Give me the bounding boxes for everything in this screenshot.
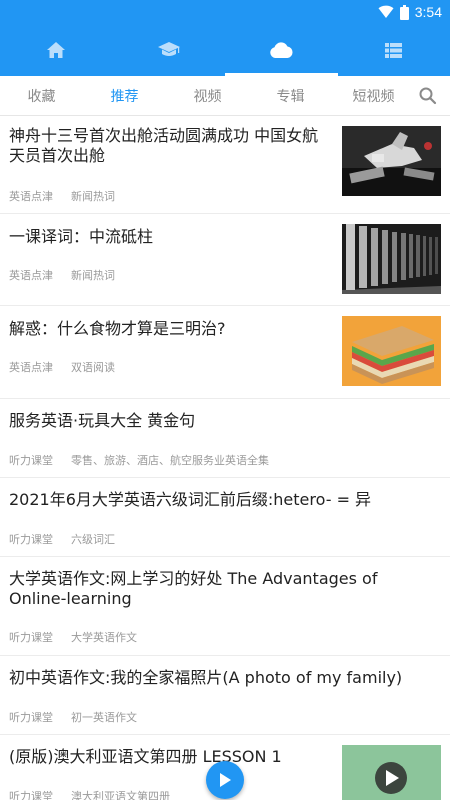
nav-tab-list[interactable] [338,24,450,76]
item-tag: 英语点津 [9,269,53,282]
item-tags: 听力课堂 零售、旅游、酒店、航空服务业英语全集 [9,452,269,468]
list-item[interactable]: 初中英语作文:我的全家福照片(A photo of my family) 听力课… [0,656,450,735]
battery-icon [399,4,409,20]
nav-tab-courses[interactable] [113,24,226,76]
play-icon [220,773,231,787]
cloud-icon [270,42,293,58]
list-item[interactable]: 服务英语·玩具大全 黄金句 听力课堂 零售、旅游、酒店、航空服务业英语全集 [0,399,450,478]
item-tag: 双语阅读 [71,361,115,374]
item-tags: 听力课堂 大学英语作文 [9,629,137,645]
item-tags: 听力课堂 初一英语作文 [9,709,137,725]
item-title: 服务英语·玩具大全 黄金句 [9,411,196,430]
sub-tab-favorites[interactable]: 收藏 [0,86,83,106]
list-item[interactable]: 解惑：什么食物才算是三明治? 英语点津 双语阅读 [0,306,450,399]
item-title: 一课译词：中流砥柱 [9,227,154,246]
item-tag: 零售、旅游、酒店、航空服务业英语全集 [71,454,269,467]
list-item[interactable]: 大学英语作文:网上学习的好处 The Advantages of Online-… [0,557,450,656]
sandwich-image [342,316,441,386]
item-title: (原版)澳大利亚语文第四册 LESSON 1 [9,747,282,766]
play-button[interactable] [206,761,244,799]
item-tags: 英语点津 新闻热词 [9,188,115,204]
status-bar: 3:54 [0,0,450,24]
graduation-cap-icon [157,42,180,56]
item-tags: 听力课堂 六级词汇 [9,531,115,547]
item-title: 神舟十三号首次出舱活动圆满成功 中国女航天员首次出舱 [9,126,319,165]
item-tag: 新闻热词 [71,190,115,203]
item-tag: 听力课堂 [9,631,53,644]
item-title: 2021年6月大学英语六级词汇前后缀:hetero- = 异 [9,490,372,509]
sub-tab-albums[interactable]: 专辑 [249,86,332,106]
video-thumbnail[interactable] [342,745,441,800]
item-title: 大学英语作文:网上学习的好处 The Advantages of Online-… [9,569,378,608]
item-tags: 英语点津 双语阅读 [9,359,115,375]
item-title: 解惑：什么食物才算是三明治? [9,319,226,338]
item-tags: 听力课堂 澳大利亚语文第四册 [9,788,170,800]
sub-tab-video[interactable]: 视频 [166,86,249,106]
item-tag: 英语点津 [9,361,53,374]
item-tag: 初一英语作文 [71,711,137,724]
item-tag: 大学英语作文 [71,631,137,644]
sub-tab-short-video[interactable]: 短视频 [332,86,415,106]
space-station-image [342,126,441,196]
item-title: 初中英语作文:我的全家福照片(A photo of my family) [9,668,403,687]
list-item[interactable]: 一课译词：中流砥柱 英语点津 新闻热词 [0,214,450,306]
home-icon [47,42,66,58]
item-tag: 听力课堂 [9,533,53,546]
item-tag: 英语点津 [9,190,53,203]
list-item[interactable]: 2021年6月大学英语六级词汇前后缀:hetero- = 异 听力课堂 六级词汇 [0,478,450,557]
list-icon [385,42,403,58]
article-feed: 神舟十三号首次出舱活动圆满成功 中国女航天员首次出舱 英语点津 新闻热词 一课译… [0,116,450,800]
wifi-icon [378,5,394,18]
item-tags: 英语点津 新闻热词 [9,267,115,283]
sub-tab-recommended[interactable]: 推荐 [83,86,166,106]
sub-tabs: 收藏 推荐 视频 专辑 短视频 [0,76,450,116]
columns-image [342,224,441,294]
status-time: 3:54 [414,4,442,20]
item-tag: 听力课堂 [9,454,53,467]
top-nav [0,24,450,76]
item-tag: 六级词汇 [71,533,115,546]
nav-tab-home[interactable] [0,24,113,76]
nav-tab-cloud[interactable] [225,24,338,76]
item-tag: 新闻热词 [71,269,115,282]
play-icon [375,762,407,794]
item-tag: 听力课堂 [9,790,53,800]
item-tag: 澳大利亚语文第四册 [71,790,170,800]
item-tag: 听力课堂 [9,711,53,724]
list-item[interactable]: 神舟十三号首次出舱活动圆满成功 中国女航天员首次出舱 英语点津 新闻热词 [0,116,450,214]
search-icon[interactable] [418,86,438,106]
